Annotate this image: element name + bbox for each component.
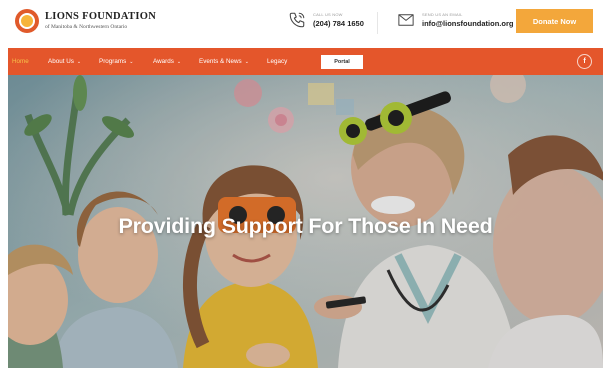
nav-item-label: Home — [12, 58, 29, 65]
nav-item-label: Events & News — [199, 58, 242, 65]
nav-item-label: Legacy — [267, 58, 288, 65]
nav-item-label: Awards — [153, 58, 174, 65]
mail-icon — [398, 14, 414, 26]
chevron-down-icon: ⌄ — [76, 58, 82, 65]
chevron-down-icon: ⌄ — [244, 58, 249, 65]
email-label: SEND US AN EMAIL — [422, 12, 463, 17]
nav-item-events-news[interactable]: Events & News ⌄ — [199, 48, 249, 75]
phone-number[interactable]: (204) 784 1650 — [313, 19, 364, 28]
hero-banner: Providing Support For Those In Need — [8, 75, 603, 368]
phone-label: CALL US NOW — [313, 12, 343, 17]
portal-button[interactable]: Portal — [321, 55, 363, 69]
chevron-down-icon: ⌄ — [176, 58, 182, 65]
nav-item-about-us[interactable]: About Us ⌄ — [48, 48, 81, 75]
lions-logo-icon — [15, 9, 39, 33]
logo-title: LIONS FOUNDATION — [45, 11, 157, 22]
logo-subtitle: of Manitoba & Northwestern Ontario — [45, 23, 128, 30]
logo[interactable]: LIONS FOUNDATION of Manitoba & Northwest… — [15, 9, 156, 33]
nav-item-awards[interactable]: Awards ⌄ — [153, 48, 181, 75]
donate-now-button[interactable]: Donate Now — [516, 9, 593, 33]
phone-contact[interactable]: CALL US NOW (204) 784 1650 — [288, 11, 364, 29]
nav-item-label: Programs — [99, 58, 127, 65]
nav-item-home[interactable]: Home — [12, 48, 29, 75]
main-nav: Home About Us ⌄ Programs ⌄ Awards ⌄ Even… — [8, 48, 603, 75]
top-header: LIONS FOUNDATION of Manitoba & Northwest… — [0, 0, 603, 48]
chevron-down-icon: ⌄ — [129, 58, 134, 65]
header-divider — [377, 12, 378, 34]
facebook-icon[interactable]: f — [577, 54, 592, 69]
nav-item-legacy[interactable]: Legacy — [267, 48, 287, 75]
email-contact[interactable]: SEND US AN EMAIL info@lionsfoundation.or… — [397, 11, 513, 29]
nav-item-programs[interactable]: Programs ⌄ — [99, 48, 134, 75]
email-address[interactable]: info@lionsfoundation.org — [422, 19, 513, 28]
hero-title: Providing Support For Those In Need — [118, 214, 493, 238]
phone-icon — [289, 12, 305, 28]
nav-item-label: About Us — [48, 58, 74, 65]
